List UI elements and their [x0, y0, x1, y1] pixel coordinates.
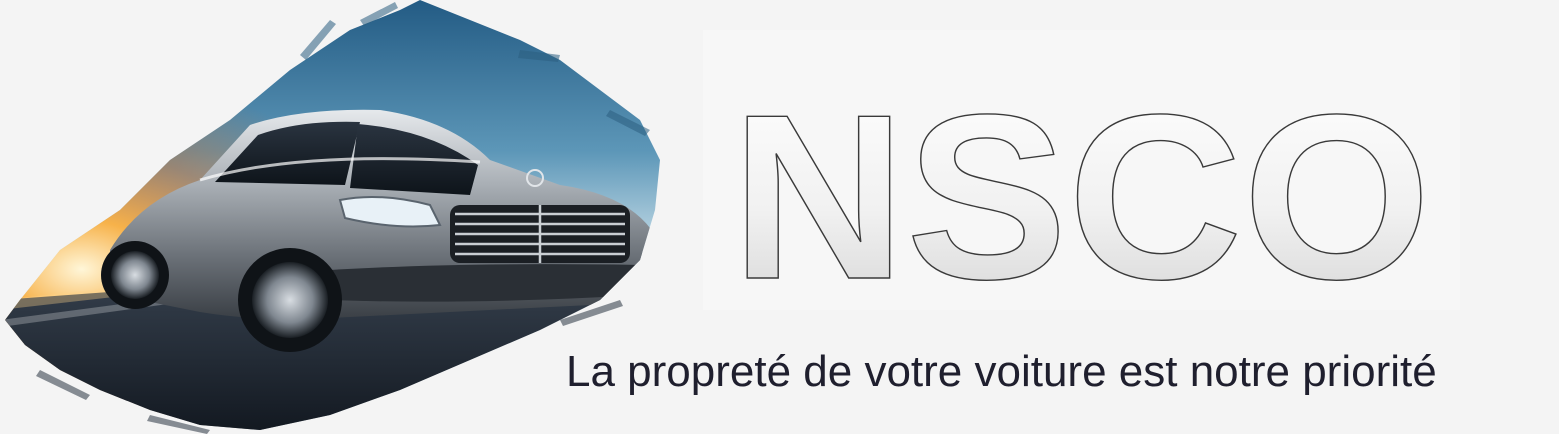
tagline-text: La propreté de votre voiture est notre p… [566, 347, 1437, 396]
header-banner: NSCO La propreté de votre voiture est no… [0, 0, 1559, 434]
logo-wordmark: NSCO [731, 65, 1431, 310]
brand-logo: NSCO [730, 64, 1431, 310]
logo-panel: NSCO [703, 30, 1460, 310]
